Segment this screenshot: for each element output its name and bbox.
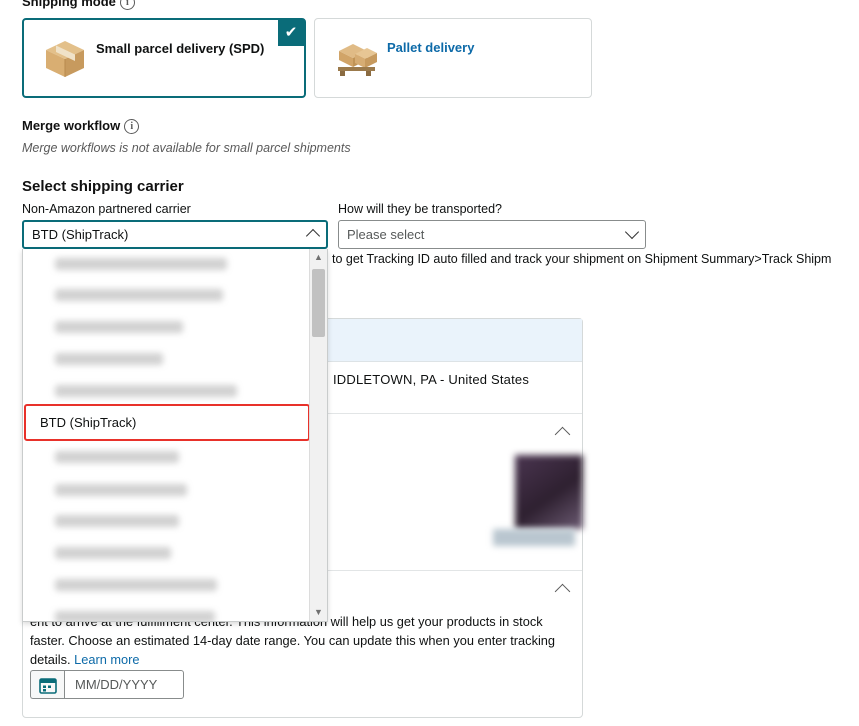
scroll-up-arrow-icon[interactable]: ▲: [310, 249, 327, 266]
list-item[interactable]: [55, 289, 223, 301]
carrier-option-highlighted-label: BTD (ShipTrack): [40, 415, 137, 430]
dropdown-scrollbar-thumb[interactable]: [312, 269, 325, 337]
chevron-down-icon: [624, 224, 640, 240]
carrier-select-value: BTD (ShipTrack): [32, 227, 129, 242]
parcel-box-icon: [46, 41, 84, 77]
shipping-mode-option-pallet[interactable]: Pallet delivery: [314, 18, 592, 98]
chevron-up-icon[interactable]: [554, 426, 571, 443]
carrier-option-highlighted[interactable]: BTD (ShipTrack): [24, 404, 310, 441]
merge-workflow-label: Merge workflow i: [22, 118, 140, 135]
learn-more-link[interactable]: Learn more: [74, 652, 139, 667]
calendar-button[interactable]: [30, 670, 66, 699]
dropdown-scrollbar[interactable]: ▲ ▼: [309, 249, 327, 621]
carrier-dropdown-list[interactable]: BTD (ShipTrack) ▲ ▼: [22, 249, 328, 622]
merge-workflow-label-text: Merge workflow: [22, 118, 121, 133]
list-item[interactable]: [55, 451, 179, 463]
delivery-date-placeholder: MM/DD/YYYY: [75, 677, 158, 692]
list-item[interactable]: [55, 385, 237, 397]
transport-select-value: Please select: [347, 227, 425, 242]
list-item[interactable]: [55, 484, 187, 496]
list-item[interactable]: [55, 258, 227, 270]
product-thumbnail: [515, 455, 583, 529]
info-icon[interactable]: i: [119, 0, 135, 11]
delivery-date-input[interactable]: MM/DD/YYYY: [64, 670, 184, 699]
checkmark-icon: ✔: [278, 20, 304, 46]
chevron-up-icon[interactable]: [554, 583, 571, 600]
transport-question-label: How will they be transported?: [338, 202, 502, 216]
shipping-mode-label: Shipping mode i: [22, 0, 135, 11]
non-amazon-partnered-carrier-label: Non-Amazon partnered carrier: [22, 202, 191, 216]
list-item[interactable]: [55, 579, 217, 591]
carrier-select[interactable]: BTD (ShipTrack): [22, 220, 328, 249]
list-item[interactable]: [55, 611, 215, 621]
ship-from-address: IDDLETOWN, PA - United States: [333, 372, 530, 387]
scroll-down-arrow-icon[interactable]: ▼: [310, 604, 327, 621]
pallet-icon: [338, 44, 377, 76]
list-item[interactable]: [55, 353, 163, 365]
select-shipping-carrier-heading: Select shipping carrier: [22, 178, 184, 195]
list-item[interactable]: [55, 321, 183, 333]
merge-workflow-note: Merge workflows is not available for sma…: [22, 141, 351, 155]
product-thumbnail-caption: [493, 529, 575, 546]
info-icon[interactable]: i: [124, 119, 140, 135]
shipping-mode-option-spd[interactable]: Small parcel delivery (SPD) ✔: [22, 18, 306, 98]
list-item[interactable]: [55, 547, 171, 559]
calendar-icon: [39, 678, 57, 694]
transport-select[interactable]: Please select: [338, 220, 646, 249]
shipping-mode-label-text: Shipping mode: [22, 0, 116, 9]
tracking-hint-text: to get Tracking ID auto filled and track…: [332, 252, 832, 266]
chevron-up-icon: [305, 228, 321, 244]
page-root: Shipping mode i Small parcel delivery (SP…: [0, 0, 859, 726]
list-item[interactable]: [55, 515, 179, 527]
shipping-mode-option-pallet-label: Pallet delivery: [387, 40, 475, 55]
shipping-mode-option-spd-label: Small parcel delivery (SPD): [96, 41, 265, 56]
